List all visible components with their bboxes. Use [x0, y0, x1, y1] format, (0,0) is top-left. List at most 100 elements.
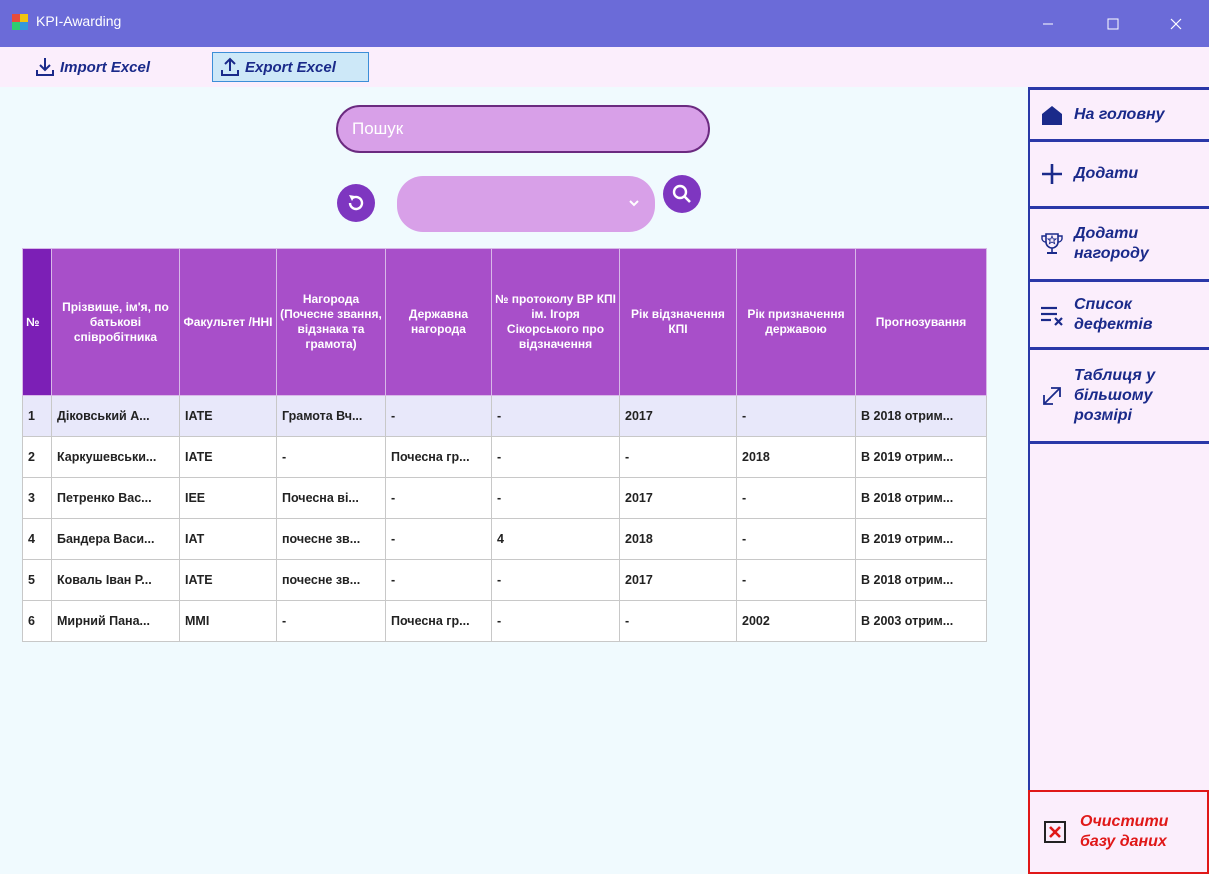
- table-cell[interactable]: 2017: [619, 395, 737, 437]
- search-input[interactable]: Пошук: [336, 105, 710, 153]
- table-cell[interactable]: В 2018 отрим...: [855, 559, 987, 601]
- filter-dropdown[interactable]: [397, 176, 655, 232]
- column-header[interactable]: №: [22, 248, 52, 396]
- table-cell[interactable]: -: [736, 559, 856, 601]
- table-cell[interactable]: В 2018 отрим...: [855, 395, 987, 437]
- table-cell[interactable]: 2017: [619, 477, 737, 519]
- sidebar-item-label: Список дефектів: [1074, 295, 1153, 333]
- maximize-icon: [1107, 18, 1119, 29]
- awards-table: № Прізвище, ім'я, по батькові співробітн…: [22, 248, 987, 642]
- table-cell[interactable]: -: [385, 559, 492, 601]
- table-cell[interactable]: 3: [22, 477, 52, 519]
- table-cell[interactable]: 5: [22, 559, 52, 601]
- import-excel-button[interactable]: Import Excel: [28, 52, 156, 82]
- table-cell[interactable]: Почесна гр...: [385, 600, 492, 642]
- table-row[interactable]: 3 Петренко Вас... IEE Почесна ві... - -2017- В…: [22, 477, 987, 519]
- table-cell[interactable]: Грамота Вч...: [276, 395, 386, 437]
- column-header[interactable]: Нагорода (Почесне звання, відзнака та гр…: [276, 248, 386, 396]
- table-row[interactable]: 2 Каркушевськи... IATE - Почесна гр... - -2018…: [22, 436, 987, 478]
- table-cell[interactable]: Бандера Васи...: [51, 518, 180, 560]
- column-header[interactable]: Рік відзначення КПІ: [619, 248, 737, 396]
- column-header[interactable]: № протоколу ВР КПІ ім. Ігоря Сікорського…: [491, 248, 620, 396]
- table-cell[interactable]: -: [276, 436, 386, 478]
- table-cell[interactable]: 2018: [619, 518, 737, 560]
- table-cell[interactable]: Каркушевськи...: [51, 436, 180, 478]
- table-cell[interactable]: -: [736, 477, 856, 519]
- close-button[interactable]: [1153, 0, 1199, 47]
- table-cell[interactable]: Мирний Пана...: [51, 600, 180, 642]
- column-header[interactable]: Факультет /ННІ: [179, 248, 277, 396]
- table-cell[interactable]: IAT: [179, 518, 277, 560]
- table-header-row: № Прізвище, ім'я, по батькові співробітн…: [22, 248, 987, 396]
- table-cell[interactable]: -: [736, 395, 856, 437]
- search-button[interactable]: [663, 175, 701, 213]
- table-cell[interactable]: IATE: [179, 436, 277, 478]
- sidebar-item-bigger-table[interactable]: Таблиця у більшому розмірі: [1030, 350, 1209, 444]
- sidebar-item-label: Таблиця у більшому розмірі: [1074, 366, 1156, 424]
- search-icon: [672, 184, 691, 203]
- table-cell[interactable]: 2002: [736, 600, 856, 642]
- table-row[interactable]: 5 Коваль Іван Р... IATE почесне зв... - -2017…: [22, 559, 987, 601]
- sidebar-item-add-award[interactable]: Додати нагороду: [1030, 209, 1209, 282]
- table-cell[interactable]: В 2019 отрим...: [855, 518, 987, 560]
- table-cell[interactable]: -: [491, 600, 620, 642]
- reset-button[interactable]: [337, 184, 375, 222]
- table-cell[interactable]: IEE: [179, 477, 277, 519]
- export-excel-button[interactable]: Export Excel: [212, 52, 369, 82]
- table-cell[interactable]: 2017: [619, 559, 737, 601]
- table-cell[interactable]: -: [619, 436, 737, 478]
- table-cell[interactable]: Почесна гр...: [385, 436, 492, 478]
- table-cell[interactable]: -: [385, 395, 492, 437]
- table-cell[interactable]: -: [385, 518, 492, 560]
- table-cell[interactable]: 2: [22, 436, 52, 478]
- table-cell[interactable]: 4: [22, 518, 52, 560]
- app-icon: [12, 14, 28, 30]
- table-cell[interactable]: почесне зв...: [276, 559, 386, 601]
- title-bar: KPI-Awarding: [0, 0, 1209, 47]
- column-header[interactable]: Прізвище, ім'я, по батькові співробітник…: [51, 248, 180, 396]
- table-cell[interactable]: В 2019 отрим...: [855, 436, 987, 478]
- table-cell[interactable]: -: [491, 559, 620, 601]
- table-cell[interactable]: 1: [22, 395, 52, 437]
- table-cell[interactable]: 2018: [736, 436, 856, 478]
- plus-icon: [1042, 164, 1062, 184]
- sidebar: На головну Додати Додати нагороду Список…: [1028, 87, 1209, 874]
- export-excel-label: Export Excel: [245, 58, 336, 76]
- maximize-button[interactable]: [1090, 0, 1136, 47]
- table-cell[interactable]: -: [491, 436, 620, 478]
- table-cell[interactable]: -: [385, 477, 492, 519]
- table-cell[interactable]: -: [276, 600, 386, 642]
- close-icon: [1170, 18, 1182, 29]
- table-cell[interactable]: В 2003 отрим...: [855, 600, 987, 642]
- sidebar-item-label: На головну: [1074, 105, 1165, 123]
- table-cell[interactable]: Петренко Вас...: [51, 477, 180, 519]
- column-header[interactable]: Прогнозування: [855, 248, 987, 396]
- table-cell[interactable]: Діковський А...: [51, 395, 180, 437]
- sidebar-item-label: Додати нагороду: [1074, 225, 1149, 262]
- table-cell[interactable]: MMI: [179, 600, 277, 642]
- sidebar-item-home[interactable]: На головну: [1030, 87, 1209, 142]
- table-cell[interactable]: -: [491, 477, 620, 519]
- table-cell[interactable]: В 2018 отрим...: [855, 477, 987, 519]
- clear-database-button[interactable]: Очистити базу даних: [1028, 790, 1209, 874]
- table-row[interactable]: 4 Бандера Васи... IAT почесне зв... -4 2018- В…: [22, 518, 987, 560]
- table-cell[interactable]: 4: [491, 518, 620, 560]
- table-cell[interactable]: Коваль Іван Р...: [51, 559, 180, 601]
- table-cell[interactable]: -: [491, 395, 620, 437]
- table-cell[interactable]: -: [619, 600, 737, 642]
- list-remove-icon: [1041, 306, 1063, 326]
- table-row[interactable]: 1 Діковський А... IATE Грамота Вч... - -2017-…: [22, 395, 987, 437]
- table-cell[interactable]: IATE: [179, 395, 277, 437]
- table-cell[interactable]: 6: [22, 600, 52, 642]
- table-cell[interactable]: -: [736, 518, 856, 560]
- table-cell[interactable]: почесне зв...: [276, 518, 386, 560]
- table-cell[interactable]: Почесна ві...: [276, 477, 386, 519]
- table-cell[interactable]: IATE: [179, 559, 277, 601]
- sidebar-item-defects[interactable]: Список дефектів: [1030, 282, 1209, 350]
- minimize-button[interactable]: [1025, 0, 1071, 47]
- column-header[interactable]: Державна нагорода: [385, 248, 492, 396]
- window-title: KPI-Awarding: [36, 13, 122, 29]
- table-row[interactable]: 6 Мирний Пана... MMI - Почесна гр... - -2002 В …: [22, 600, 987, 642]
- sidebar-item-add[interactable]: Додати: [1030, 142, 1209, 209]
- column-header[interactable]: Рік призначення державою: [736, 248, 856, 396]
